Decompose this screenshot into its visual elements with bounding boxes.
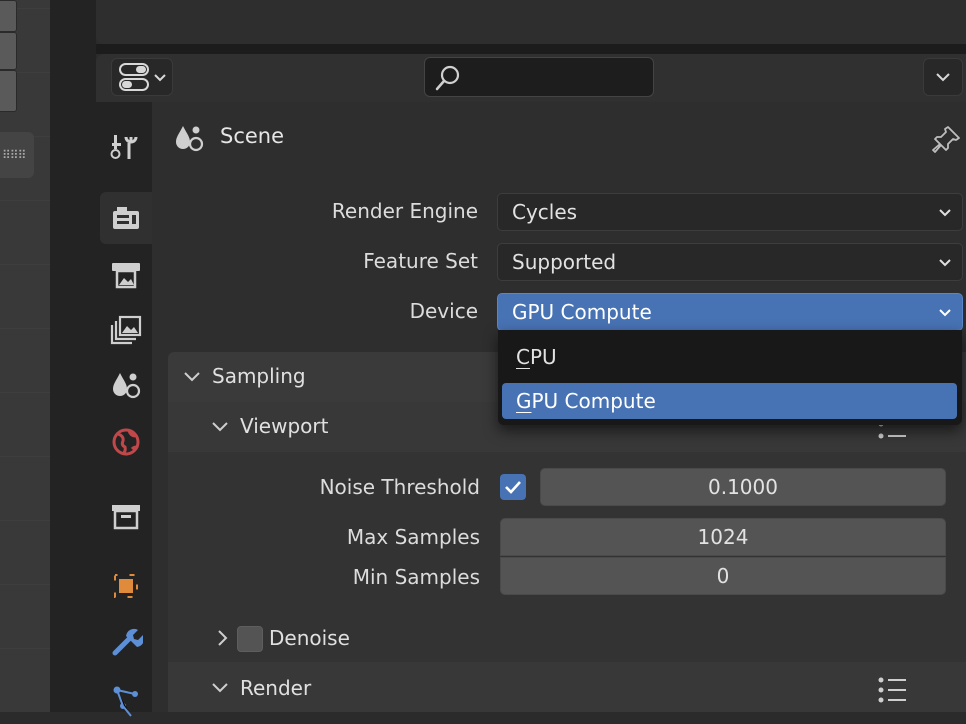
viewport-tool-button[interactable] bbox=[0, 0, 17, 32]
context-title: Scene bbox=[220, 124, 285, 148]
render-engine-label: Render Engine bbox=[331, 199, 478, 223]
collection-icon bbox=[112, 505, 140, 530]
noise-threshold-field[interactable]: 0.1000 bbox=[540, 468, 946, 506]
chevron-down-icon bbox=[939, 209, 951, 217]
object-icon bbox=[114, 574, 138, 598]
tool-icon bbox=[110, 135, 138, 159]
menu-item-hotkey-letter: C bbox=[516, 345, 530, 369]
world-icon bbox=[112, 428, 140, 456]
render-engine-value: Cycles bbox=[512, 200, 578, 224]
sampling-title: Sampling bbox=[212, 364, 306, 388]
render-engine-dropdown[interactable]: Cycles bbox=[497, 193, 963, 231]
search-field[interactable] bbox=[424, 57, 654, 97]
device-dropdown[interactable]: GPU Compute bbox=[497, 293, 963, 331]
particles-icon bbox=[113, 686, 138, 717]
viewport-sidebar-gap bbox=[50, 0, 96, 712]
drag-handle-icon[interactable]: ⠿⠿⠿ bbox=[2, 148, 26, 162]
tab-modifiers[interactable] bbox=[100, 616, 152, 668]
chevron-down-icon[interactable] bbox=[210, 417, 230, 437]
tab-collection[interactable] bbox=[100, 490, 152, 542]
tab-render[interactable] bbox=[100, 192, 152, 244]
feature-set-value: Supported bbox=[512, 250, 617, 274]
menu-item-cpu[interactable]: C PU bbox=[502, 339, 957, 375]
scene-icon bbox=[176, 126, 204, 152]
max-samples-label: Max Samples bbox=[346, 525, 480, 549]
feature-set-label: Feature Set bbox=[363, 249, 478, 273]
tab-tool[interactable] bbox=[100, 120, 152, 172]
area-separator[interactable] bbox=[96, 44, 966, 54]
chevron-down-icon bbox=[939, 259, 951, 267]
noise-threshold-label: Noise Threshold bbox=[319, 475, 480, 499]
chevron-down-icon[interactable] bbox=[210, 678, 230, 698]
max-samples-field[interactable]: 1024 bbox=[500, 518, 946, 556]
options-dropdown-button[interactable] bbox=[923, 58, 963, 96]
view-layer-icon bbox=[110, 315, 142, 345]
editor-type-button[interactable] bbox=[111, 58, 173, 96]
denoise-checkbox[interactable] bbox=[237, 626, 263, 652]
menu-item-label: PU bbox=[529, 345, 557, 369]
menu-item-hotkey-letter: G bbox=[516, 389, 532, 413]
outliner-editor[interactable] bbox=[96, 0, 966, 44]
checkmark-icon bbox=[505, 481, 521, 494]
output-properties-icon bbox=[112, 263, 140, 289]
tab-world[interactable] bbox=[100, 416, 152, 468]
viewport-tool-button[interactable] bbox=[0, 70, 17, 112]
tab-particles[interactable] bbox=[100, 672, 152, 724]
chevron-right-icon[interactable] bbox=[214, 628, 232, 648]
tab-output[interactable] bbox=[100, 248, 152, 300]
3d-viewport[interactable]: ⠿⠿⠿ bbox=[0, 0, 96, 712]
device-value: GPU Compute bbox=[512, 300, 652, 324]
min-samples-field[interactable]: 0 bbox=[500, 557, 946, 595]
denoise-title: Denoise bbox=[269, 626, 350, 650]
modifier-icon bbox=[112, 628, 143, 656]
tab-object[interactable] bbox=[100, 560, 152, 612]
noise-threshold-checkbox[interactable] bbox=[500, 474, 526, 500]
menu-item-label: PU Compute bbox=[531, 389, 656, 413]
pin-icon[interactable] bbox=[930, 124, 962, 156]
menu-item-gpu-compute[interactable]: G PU Compute bbox=[502, 383, 957, 419]
viewport-tool-button[interactable] bbox=[0, 32, 17, 70]
min-samples-label: Min Samples bbox=[352, 565, 480, 589]
device-label: Device bbox=[409, 299, 478, 323]
tab-view-layer[interactable] bbox=[100, 304, 152, 356]
chevron-down-icon bbox=[936, 73, 950, 82]
editor-type-icon bbox=[119, 63, 166, 91]
tab-scene[interactable] bbox=[100, 360, 152, 412]
presets-list-icon[interactable] bbox=[876, 676, 908, 706]
scene-icon bbox=[113, 373, 141, 399]
viewport-title: Viewport bbox=[240, 414, 329, 438]
chevron-down-icon bbox=[939, 309, 951, 317]
feature-set-dropdown[interactable]: Supported bbox=[497, 243, 963, 281]
search-icon bbox=[435, 65, 460, 91]
render-properties-icon bbox=[113, 207, 139, 229]
chevron-down-icon[interactable] bbox=[182, 367, 202, 387]
render-title: Render bbox=[240, 676, 312, 700]
